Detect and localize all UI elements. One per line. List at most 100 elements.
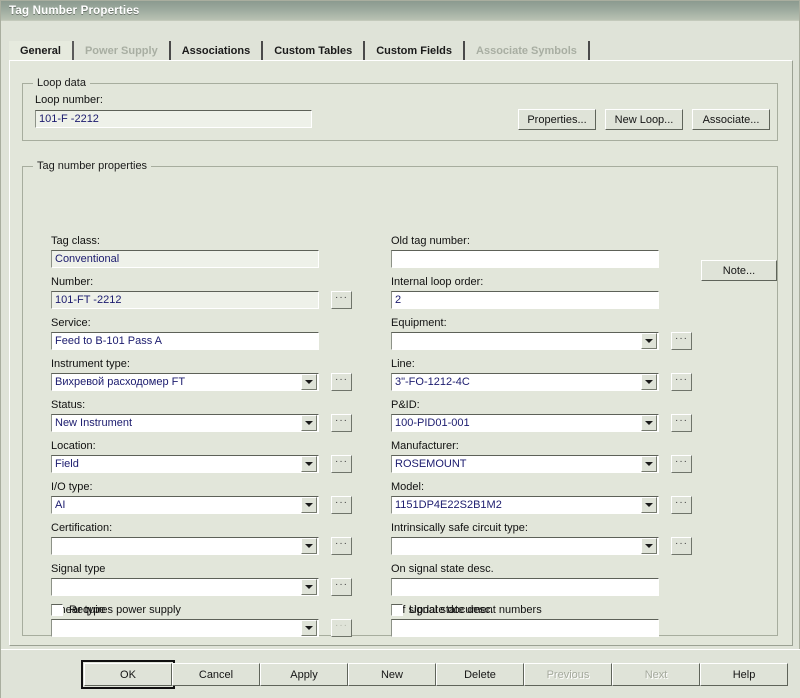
tab-custom-fields[interactable]: Custom Fields <box>365 41 466 61</box>
intrinsically-safe-circuit-type-combobox[interactable] <box>391 537 659 555</box>
chevron-down-icon[interactable] <box>301 538 317 554</box>
new-button[interactable]: New <box>348 663 436 686</box>
chevron-down-icon[interactable] <box>301 374 317 390</box>
manufacturer-combobox[interactable]: ROSEMOUNT <box>391 455 659 473</box>
tag-number-properties-group-title: Tag number properties <box>33 160 152 172</box>
chevron-down-icon[interactable] <box>641 333 657 349</box>
intrinsically-safe-circuit-type-label: Intrinsically safe circuit type: <box>391 522 528 534</box>
apply-button[interactable]: Apply <box>260 663 348 686</box>
update-document-numbers-checkbox-box[interactable] <box>391 604 403 616</box>
p-id-combobox[interactable]: 100-PID01-001 <box>391 414 659 432</box>
location-combobox[interactable]: Field <box>51 455 319 473</box>
tab-label: Custom Tables <box>274 45 353 57</box>
equipment-label: Equipment: <box>391 317 447 329</box>
chevron-down-icon[interactable] <box>301 456 317 472</box>
signal-type-combobox[interactable] <box>51 578 319 596</box>
line-combobox[interactable]: 3"-FO-1212-4C <box>391 373 659 391</box>
tag-class-value: Conventional <box>55 253 120 265</box>
tab-custom-tables[interactable]: Custom Tables <box>263 41 366 61</box>
chevron-down-icon[interactable] <box>301 497 317 513</box>
model-value: 1151DP4E22S2B1M2 <box>395 499 502 511</box>
loop-number-label: Loop number: <box>35 94 103 106</box>
loop-properties-button[interactable]: Properties... <box>518 109 596 130</box>
certification-browse-button[interactable]: ··· <box>331 537 352 555</box>
manufacturer-value: ROSEMOUNT <box>395 458 467 470</box>
instrument-type-browse-button[interactable]: ··· <box>331 373 352 391</box>
old-tag-number-label: Old tag number: <box>391 235 470 247</box>
chevron-down-icon[interactable] <box>641 374 657 390</box>
certification-combobox[interactable] <box>51 537 319 555</box>
chevron-down-icon[interactable] <box>641 538 657 554</box>
dialog-button-bar: OK Cancel Apply New Delete Previous Next Help <box>1 649 800 698</box>
status-browse-button[interactable]: ··· <box>331 414 352 432</box>
number-label: Number: <box>51 276 94 288</box>
location-label: Location: <box>51 440 96 452</box>
i-o-type-combobox[interactable]: AI <box>51 496 319 514</box>
chevron-down-icon[interactable] <box>641 497 657 513</box>
requires-power-supply-checkbox-box[interactable] <box>51 604 63 616</box>
chevron-down-icon[interactable] <box>301 415 317 431</box>
associate-loop-button[interactable]: Associate... <box>692 109 770 130</box>
delete-button[interactable]: Delete <box>436 663 524 686</box>
line-value: 3"-FO-1212-4C <box>395 376 470 388</box>
equipment-combobox[interactable] <box>391 332 659 350</box>
number-browse-button[interactable]: ··· <box>331 291 352 309</box>
tab-power-supply: Power Supply <box>74 41 171 61</box>
instrument-type-label: Instrument type: <box>51 358 130 370</box>
tab-associations[interactable]: Associations <box>171 41 264 61</box>
manufacturer-browse-button[interactable]: ··· <box>671 455 692 473</box>
service-input[interactable]: Feed to B-101 Pass A <box>51 332 319 350</box>
tab-general[interactable]: General <box>9 41 74 61</box>
instrument-type-value: Вихревой расходомер FT <box>55 376 186 388</box>
chevron-down-icon[interactable] <box>641 456 657 472</box>
note-button[interactable]: Note... <box>701 260 777 281</box>
new-button-label: New <box>380 668 403 681</box>
intrinsically-safe-circuit-type-browse-button[interactable]: ··· <box>671 537 692 555</box>
tab-associate-symbols: Associate Symbols <box>465 41 590 61</box>
model-combobox[interactable]: 1151DP4E22S2B1M2 <box>391 496 659 514</box>
internal-loop-order-label: Internal loop order: <box>391 276 484 288</box>
model-browse-button[interactable]: ··· <box>671 496 692 514</box>
signal-type-browse-button[interactable]: ··· <box>331 578 352 596</box>
p-id-value: 100-PID01-001 <box>395 417 470 429</box>
chevron-down-icon[interactable] <box>301 579 317 595</box>
i-o-type-browse-button[interactable]: ··· <box>331 496 352 514</box>
requires-power-supply-checkbox[interactable]: Requires power supply <box>51 604 181 616</box>
chevron-down-icon[interactable] <box>301 620 317 636</box>
linear-type-combobox[interactable] <box>51 619 319 637</box>
window-titlebar[interactable]: Tag Number Properties <box>1 1 799 21</box>
tag-number-properties-dialog: Tag Number Properties General Power Suppl… <box>0 0 800 698</box>
line-browse-button[interactable]: ··· <box>671 373 692 391</box>
requires-power-supply-label: Requires power supply <box>69 604 181 616</box>
line-label: Line: <box>391 358 415 370</box>
new-loop-button-label: New Loop... <box>614 113 674 126</box>
location-browse-button[interactable]: ··· <box>331 455 352 473</box>
i-o-type-label: I/O type: <box>51 481 93 493</box>
tab-strip: General Power Supply Associations Custom Ta… <box>9 39 793 61</box>
loop-number-field[interactable]: 101-F -2212 <box>35 110 312 128</box>
tab-label: General <box>20 45 61 57</box>
location-value: Field <box>55 458 79 470</box>
old-tag-number-input[interactable] <box>391 250 659 268</box>
note-button-label: Note... <box>722 264 756 277</box>
p-id-browse-button[interactable]: ··· <box>671 414 692 432</box>
new-loop-button[interactable]: New Loop... <box>605 109 683 130</box>
number-input[interactable]: 101-FT -2212 <box>51 291 319 309</box>
on-signal-state-desc-input[interactable] <box>391 578 659 596</box>
ok-button[interactable]: OK <box>81 660 175 689</box>
internal-loop-order-input[interactable]: 2 <box>391 291 659 309</box>
tab-label: Associate Symbols <box>476 45 577 57</box>
off-signal-state-desc-input[interactable] <box>391 619 659 637</box>
help-button[interactable]: Help <box>700 663 788 686</box>
update-document-numbers-checkbox[interactable]: Update document numbers <box>391 604 542 616</box>
tag-class-input[interactable]: Conventional <box>51 250 319 268</box>
cancel-button[interactable]: Cancel <box>172 663 260 686</box>
chevron-down-icon[interactable] <box>641 415 657 431</box>
previous-button-label: Previous <box>546 668 590 681</box>
instrument-type-combobox[interactable]: Вихревой расходомер FT <box>51 373 319 391</box>
status-combobox[interactable]: New Instrument <box>51 414 319 432</box>
equipment-browse-button[interactable]: ··· <box>671 332 692 350</box>
associate-loop-button-label: Associate... <box>702 113 760 126</box>
general-tab-page: Loop data Loop number: 101-F -2212 Prope… <box>9 60 793 646</box>
i-o-type-value: AI <box>55 499 66 511</box>
